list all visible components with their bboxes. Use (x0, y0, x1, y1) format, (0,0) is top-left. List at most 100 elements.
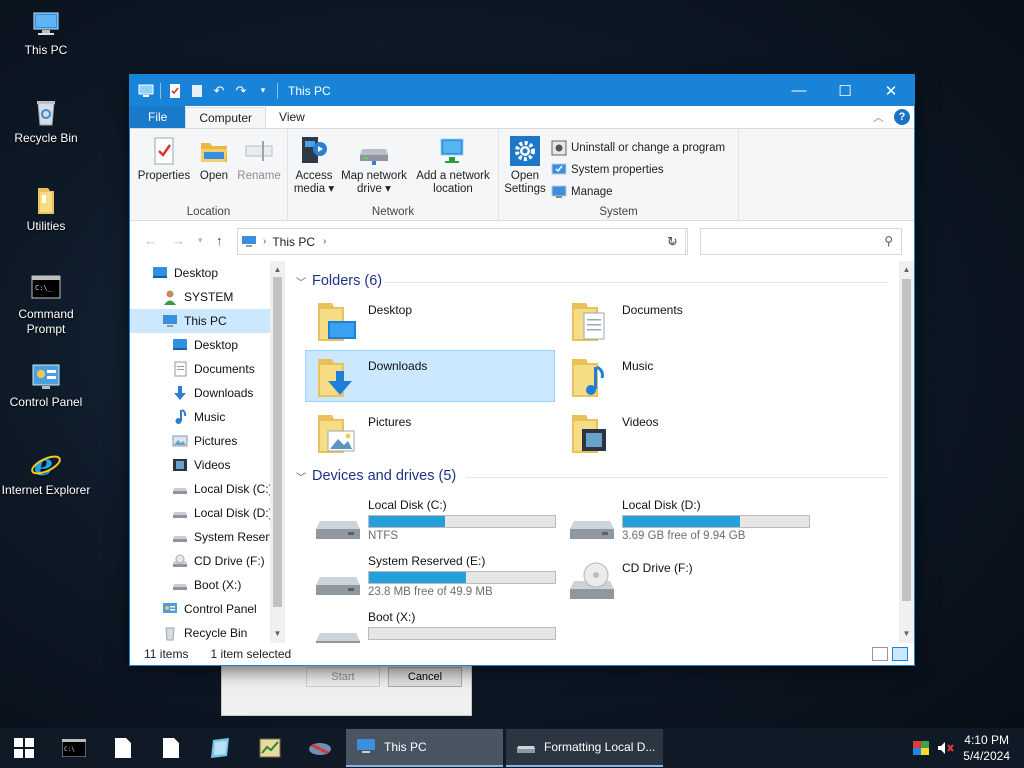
desktop-icon-this-pc[interactable]: This PC (0, 8, 92, 58)
forward-arrow-icon[interactable]: → (172, 233, 185, 248)
folder-tile-music[interactable]: Music (560, 351, 810, 403)
taskbar-network-tool[interactable] (296, 728, 344, 768)
clock[interactable]: 4:10 PM 5/4/2024 (963, 732, 1010, 764)
folder-tile-videos[interactable]: Videos (560, 407, 810, 459)
nav-item-local-disk-d[interactable]: Local Disk (D:) (130, 501, 285, 525)
undo-icon[interactable]: ↶ (211, 83, 227, 99)
desktop-icon-internet-explorer[interactable]: e Internet Explorer (0, 448, 92, 498)
taskbar-command-prompt[interactable]: C:\ (50, 728, 98, 768)
desktop-icon-recycle-bin[interactable]: Recycle Bin (0, 96, 92, 146)
new-folder-icon[interactable] (189, 83, 205, 99)
nav-item-system-reserved[interactable]: System Reserve (130, 525, 285, 549)
volume-muted-icon[interactable] (937, 741, 955, 755)
back-arrow-icon[interactable]: ← (144, 233, 157, 248)
properties-button[interactable]: Properties (136, 135, 192, 183)
rename-button[interactable]: Rename (236, 135, 282, 183)
nav-item-system-user[interactable]: SYSTEM (130, 285, 285, 309)
drive-tile-boot-x[interactable]: Boot (X:) (306, 607, 556, 643)
nav-pane-scrollbar[interactable]: ▲ ▼ (270, 261, 285, 643)
collapse-chevron-down-icon[interactable]: ﹀ (296, 274, 306, 289)
color-display-icon[interactable] (913, 741, 930, 755)
desktop-icon-command-prompt[interactable]: C:\_ Command Prompt (0, 272, 92, 337)
nav-item-control-panel[interactable]: Control Panel (130, 597, 285, 621)
scroll-down-icon[interactable]: ▼ (270, 627, 285, 641)
tab-file[interactable]: File (130, 106, 186, 128)
uninstall-program-button[interactable]: Uninstall or change a program (551, 137, 725, 159)
properties-icon (154, 137, 174, 165)
system-properties-button[interactable]: System properties (551, 159, 725, 181)
drive-tile-system-reserved[interactable]: System Reserved (E:) 23.8 MB free of 49.… (306, 551, 556, 603)
help-icon[interactable]: ? (894, 109, 910, 125)
nav-item-downloads[interactable]: Downloads (130, 381, 285, 405)
drive-icon (173, 536, 187, 542)
taskbar-formatting-dialog[interactable]: Formatting Local D... (506, 729, 663, 767)
large-icons-view-icon[interactable] (892, 647, 908, 661)
nav-scroll-thumb[interactable] (273, 277, 282, 607)
pc-icon[interactable] (138, 83, 154, 99)
add-network-location-button[interactable]: Add a network location (412, 135, 494, 196)
scroll-down-icon[interactable]: ▼ (899, 627, 914, 641)
tab-view[interactable]: View (266, 106, 318, 128)
folder-tile-documents[interactable]: Documents (560, 295, 810, 347)
tab-computer[interactable]: Computer (185, 107, 267, 128)
nav-item-music[interactable]: Music (130, 405, 285, 429)
folder-tile-downloads[interactable]: Downloads (305, 350, 555, 402)
drive-tile-cd-drive[interactable]: CD Drive (F:) (560, 551, 810, 603)
folder-tile-pictures[interactable]: Pictures (306, 407, 556, 459)
refresh-button[interactable]: ↻ (658, 228, 688, 255)
nav-item-pictures[interactable]: Pictures (130, 429, 285, 453)
taskbar-notepad[interactable] (100, 728, 146, 768)
content-scrollbar[interactable]: ▲ ▼ (899, 261, 914, 643)
collapse-ribbon-chevron-up-icon[interactable]: ︿ (873, 109, 884, 125)
taskbar-app[interactable] (196, 728, 244, 768)
start-button[interactable]: Start (306, 667, 380, 687)
details-view-icon[interactable] (872, 647, 888, 661)
nav-item-boot-x[interactable]: Boot (X:) (130, 573, 285, 597)
access-media-button[interactable]: Access media ▾ (290, 135, 338, 196)
taskbar-this-pc-window[interactable]: This PC (346, 729, 503, 767)
scroll-up-icon[interactable]: ▲ (270, 263, 285, 277)
folder-icon (38, 188, 54, 214)
folders-section-header[interactable]: ﹀ Folders (6) (296, 271, 382, 291)
content-scroll-thumb[interactable] (902, 279, 911, 601)
map-network-drive-button[interactable]: Map network drive ▾ (338, 135, 410, 196)
nav-item-desktop[interactable]: Desktop (130, 333, 285, 357)
open-button[interactable]: Open (194, 135, 234, 183)
devices-section-header[interactable]: ﹀ Devices and drives (5) (296, 466, 456, 486)
nav-item-desktop-root[interactable]: Desktop (130, 261, 285, 285)
nav-item-cd-drive[interactable]: CD Drive (F:) (130, 549, 285, 573)
nav-item-this-pc[interactable]: This PC (130, 309, 285, 333)
collapse-chevron-down-icon[interactable]: ﹀ (296, 469, 306, 484)
nav-item-documents[interactable]: Documents (130, 357, 285, 381)
scroll-up-icon[interactable]: ▲ (899, 263, 914, 277)
taskbar-document[interactable] (148, 728, 194, 768)
search-input[interactable] (701, 229, 871, 254)
open-settings-button[interactable]: Open Settings (501, 135, 549, 196)
breadcrumb-this-pc[interactable]: This PC (272, 235, 315, 249)
nav-item-local-disk-c[interactable]: Local Disk (C:) (130, 477, 285, 501)
maximize-button[interactable]: ☐ (822, 75, 868, 106)
folder-tile-desktop[interactable]: Desktop (306, 295, 556, 347)
cancel-button[interactable]: Cancel (388, 667, 462, 687)
recent-locations-chevron-down-icon[interactable]: ▾ (198, 235, 203, 246)
nav-item-recycle-bin[interactable]: Recycle Bin (130, 621, 285, 643)
desktop-icon-control-panel[interactable]: Control Panel (0, 360, 92, 410)
manage-button[interactable]: Manage (551, 181, 725, 203)
title-bar[interactable]: ↶ ↷ ▾ This PC — ☐ ✕ (130, 75, 914, 106)
drive-tile-local-disk-c[interactable]: Local Disk (C:) NTFS (306, 495, 556, 547)
drive-tile-local-disk-d[interactable]: Local Disk (D:) 3.69 GB free of 9.94 GB (560, 495, 810, 547)
desktop-icon-utilities[interactable]: Utilities (0, 184, 92, 234)
up-arrow-icon[interactable]: ↑ (216, 233, 223, 248)
redo-icon[interactable]: ↷ (233, 83, 249, 99)
breadcrumb-chevron-icon[interactable]: › (323, 236, 326, 247)
start-button[interactable] (0, 728, 48, 768)
search-box[interactable]: ⚲ (700, 228, 902, 255)
customize-toolbar-chevron-down-icon[interactable]: ▾ (255, 83, 271, 99)
close-button[interactable]: ✕ (868, 75, 914, 106)
breadcrumb-chevron-icon[interactable]: › (263, 236, 266, 247)
properties-icon[interactable] (167, 83, 183, 99)
address-bar[interactable]: › This PC › ⌄ (237, 228, 686, 255)
nav-item-videos[interactable]: Videos (130, 453, 285, 477)
taskbar-task-manager[interactable] (246, 728, 294, 768)
minimize-button[interactable]: — (776, 75, 822, 106)
